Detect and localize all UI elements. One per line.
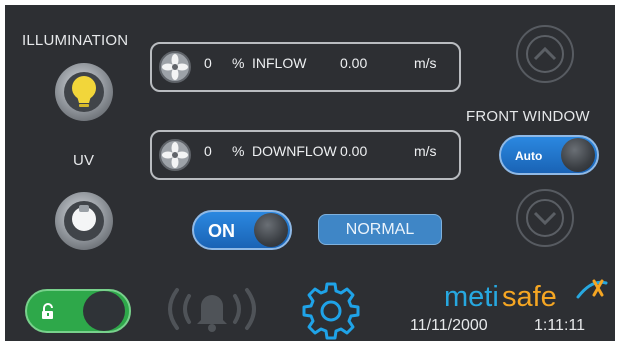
status-badge: NORMAL [318,214,442,245]
bell-icon [168,288,256,332]
chevron-down-icon [526,199,564,237]
power-toggle[interactable]: ON [192,210,292,250]
brand-name-part2: safe [502,281,557,313]
inflow-percent-unit: % [232,55,245,71]
lock-toggle[interactable] [25,289,131,333]
uv-button[interactable] [55,192,113,250]
uv-lamp-icon [72,205,96,231]
alarm-button[interactable] [157,280,267,338]
fan-icon [159,139,191,171]
inflow-label: INFLOW [252,55,307,71]
metisafe-logo: meti safe [444,277,614,317]
illumination-button[interactable] [55,63,113,121]
downflow-label: DOWNFLOW [252,143,337,159]
inflow-speed-value: 0.00 [340,55,368,71]
settings-button[interactable] [300,280,362,340]
downflow-speed-unit: m/s [414,143,437,159]
gear-icon [302,282,360,340]
control-panel-screen: ILLUMINATION UV 0 % INFLOW 0.00 m/s 0 % … [5,5,615,341]
power-toggle-label: ON [208,221,235,241]
time-display: 1:11:11 [534,317,586,334]
front-window-label: FRONT WINDOW [466,108,590,125]
brand-swoosh-icon [576,279,608,299]
downflow-panel: 0 % DOWNFLOW 0.00 m/s [150,130,461,180]
window-down-button[interactable] [516,189,574,247]
chevron-up-icon [526,35,564,73]
fan-icon [159,51,191,83]
inflow-speed-unit: m/s [414,55,437,71]
lightbulb-icon [72,76,96,107]
uv-label: UV [73,152,95,169]
date-display: 11/11/2000 [410,317,488,334]
brand-name-part1: meti [444,281,499,313]
inflow-percent-value: 0 [204,55,212,71]
unlock-icon [42,303,53,319]
front-window-toggle-knob [561,138,595,172]
window-up-button[interactable] [516,25,574,83]
downflow-percent-unit: % [232,143,245,159]
downflow-speed-value: 0.00 [340,143,368,159]
downflow-percent-value: 0 [204,143,212,159]
power-toggle-knob [254,213,288,247]
front-window-mode-toggle[interactable]: Auto [499,135,599,175]
lock-toggle-knob [83,291,125,331]
illumination-label: ILLUMINATION [22,32,129,49]
inflow-panel: 0 % INFLOW 0.00 m/s [150,42,461,92]
front-window-mode-label: Auto [515,149,543,163]
